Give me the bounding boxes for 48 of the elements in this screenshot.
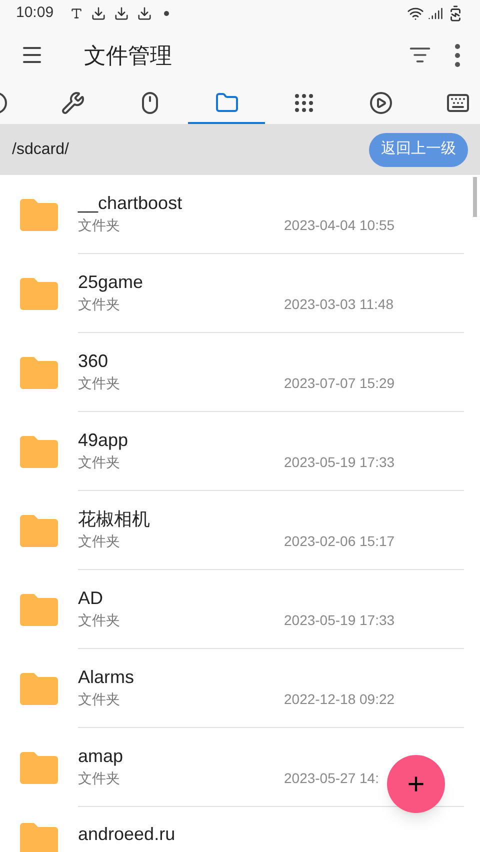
play-icon [368,91,392,115]
file-date: 2023-05-19 17:33 [284,453,395,472]
folder-icon [20,278,58,310]
file-date: 2023-03-03 11:48 [284,295,394,314]
file-type: 文件夹 [78,611,121,630]
file-name[interactable]: 25game [78,271,464,293]
folder-icon [20,436,58,468]
file-name[interactable]: 360 [78,350,464,372]
more-icon [455,44,460,66]
folder-icon [20,356,58,388]
file-name[interactable]: AD [78,587,464,609]
file-name[interactable]: 花椒相机 [78,508,464,530]
app-title: 文件管理 [84,42,172,70]
folder-icon [20,672,58,704]
notification-icon [70,6,83,20]
signal-icon [428,6,443,20]
download-icon [114,6,129,20]
download-icon [136,6,152,20]
file-date: 2023-05-27 14: [284,769,379,788]
file-type: 文件夹 [78,532,121,551]
file-date: 2023-07-07 15:29 [284,374,395,393]
folder-icon [20,594,58,626]
folder-icon [20,823,58,852]
file-type: 文件夹 [78,690,121,709]
file-date: 2022-12-18 09:22 [284,690,395,709]
file-type: 文件夹 [78,216,121,235]
folder-icon [20,752,58,784]
wrench-icon [60,91,84,115]
current-path: /sdcard/ [12,140,69,160]
add-button[interactable]: + [387,755,445,813]
status-time: 10:09 [16,2,54,23]
file-name[interactable]: 49app [78,429,464,451]
download-icon [90,6,106,20]
file-date: 2023-04-04 10:55 [284,216,395,235]
file-type: 文件夹 [78,453,121,472]
folder-icon [20,198,58,230]
keyboard-icon [446,91,470,115]
file-type: 文件夹 [78,769,121,788]
file-type: 文件夹 [78,295,121,314]
scrollbar-thumb [473,177,477,217]
file-name[interactable]: Alarms [78,666,464,688]
file-name[interactable]: __chartboost [78,192,464,214]
folder-icon [214,91,238,115]
file-date: 2023-05-19 17:33 [284,611,395,630]
folder-icon [20,514,58,546]
file-date: 2023-02-06 15:17 [284,532,395,551]
file-name[interactable]: androeed.ru [78,823,464,845]
file-type: 文件夹 [78,374,121,393]
